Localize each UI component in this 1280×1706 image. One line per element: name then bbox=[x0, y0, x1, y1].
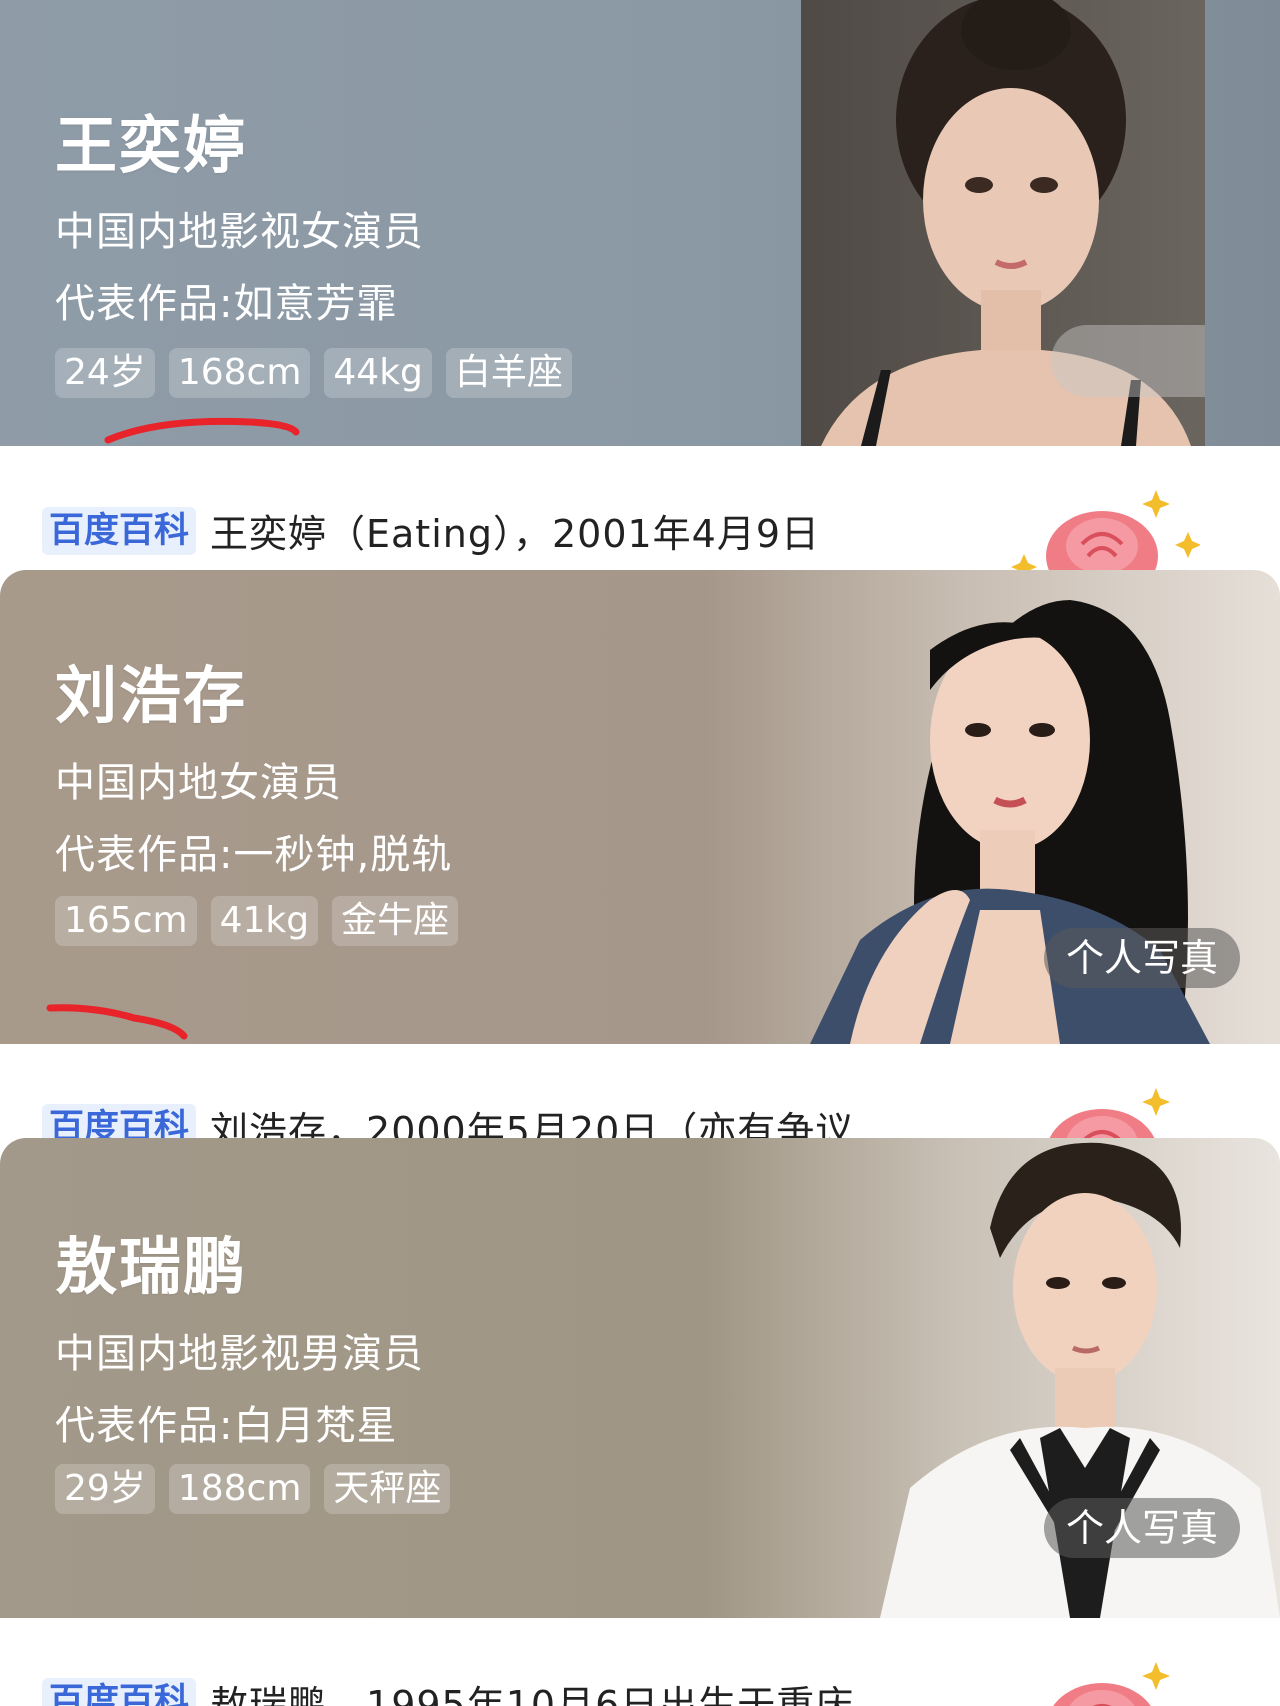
height-tag: 165cm bbox=[55, 896, 197, 946]
baike-summary-text: 敖瑞鹏，1995年10月6日出生于重庆 bbox=[210, 1683, 855, 1706]
personal-photo-button[interactable]: 个人写真 bbox=[1043, 1498, 1240, 1558]
rose-sparkle-icon bbox=[1011, 490, 1200, 570]
baike-summary-text: 王奕婷（Eating），2001年4月9日 bbox=[210, 512, 821, 556]
actor-portrait-photo[interactable] bbox=[801, 0, 1205, 446]
actor-description: 中国内地影视女演员 bbox=[55, 209, 424, 255]
age-tag: 24岁 bbox=[55, 348, 155, 398]
baidu-baike-snippet[interactable]: 百度百科 刘浩存，2000年5月20日（亦有争议 bbox=[0, 1044, 1280, 1138]
baike-summary-text: 刘浩存，2000年5月20日（亦有争议 bbox=[210, 1109, 855, 1138]
attribute-tags: 24岁 168cm 44kg 白羊座 bbox=[55, 348, 572, 398]
actor-name: 刘浩存 bbox=[55, 659, 248, 732]
weight-tag: 41kg bbox=[210, 896, 319, 946]
attribute-tags: 165cm 41kg 金牛座 bbox=[55, 896, 459, 946]
zodiac-tag: 天秤座 bbox=[324, 1464, 451, 1514]
actor-description: 中国内地女演员 bbox=[55, 760, 342, 806]
blurred-photo-button[interactable] bbox=[1051, 325, 1205, 397]
red-underline-mark bbox=[104, 417, 300, 444]
rose-sparkle-icon bbox=[1049, 1088, 1170, 1138]
baidu-baike-badge: 百度百科 bbox=[42, 506, 197, 555]
representative-works: 代表作品:如意芳霏 bbox=[55, 281, 398, 327]
actor-description: 中国内地影视男演员 bbox=[55, 1331, 424, 1377]
actor-name: 敖瑞鹏 bbox=[55, 1230, 248, 1303]
baidu-baike-snippet[interactable]: 百度百科 王奕婷（Eating），2001年4月9日 bbox=[0, 446, 1280, 570]
baidu-baike-badge: 百度百科 bbox=[42, 1677, 197, 1706]
actor-card-ao-ruipeng[interactable]: 个人写真 敖瑞鹏 中国内地影视男演员 代表作品:白月梵星 29岁 188cm 天… bbox=[0, 1138, 1280, 1618]
weight-tag: 44kg bbox=[324, 348, 432, 398]
baidu-baike-badge: 百度百科 bbox=[42, 1103, 197, 1138]
red-underline-mark bbox=[46, 1004, 188, 1040]
actor-card-wang-yiting[interactable]: 王奕婷 中国内地影视女演员 代表作品:如意芳霏 24岁 168cm 44kg 白… bbox=[0, 0, 1280, 446]
height-tag: 188cm bbox=[168, 1464, 311, 1514]
actor-name: 王奕婷 bbox=[55, 109, 248, 182]
representative-works: 代表作品:白月梵星 bbox=[55, 1403, 398, 1449]
height-tag: 168cm bbox=[168, 348, 311, 398]
actor-card-liu-haocun[interactable]: 个人写真 刘浩存 中国内地女演员 代表作品:一秒钟,脱轨 165cm 41kg … bbox=[0, 570, 1280, 1044]
representative-works: 代表作品:一秒钟,脱轨 bbox=[55, 832, 453, 878]
age-tag: 29岁 bbox=[55, 1464, 155, 1514]
rose-sparkle-icon bbox=[1053, 1662, 1170, 1706]
personal-photo-button[interactable]: 个人写真 bbox=[1043, 928, 1240, 988]
attribute-tags: 29岁 188cm 天秤座 bbox=[55, 1464, 451, 1514]
zodiac-tag: 金牛座 bbox=[332, 896, 459, 946]
zodiac-tag: 白羊座 bbox=[445, 348, 572, 398]
baidu-baike-snippet[interactable]: 百度百科 敖瑞鹏，1995年10月6日出生于重庆 bbox=[0, 1618, 1280, 1706]
